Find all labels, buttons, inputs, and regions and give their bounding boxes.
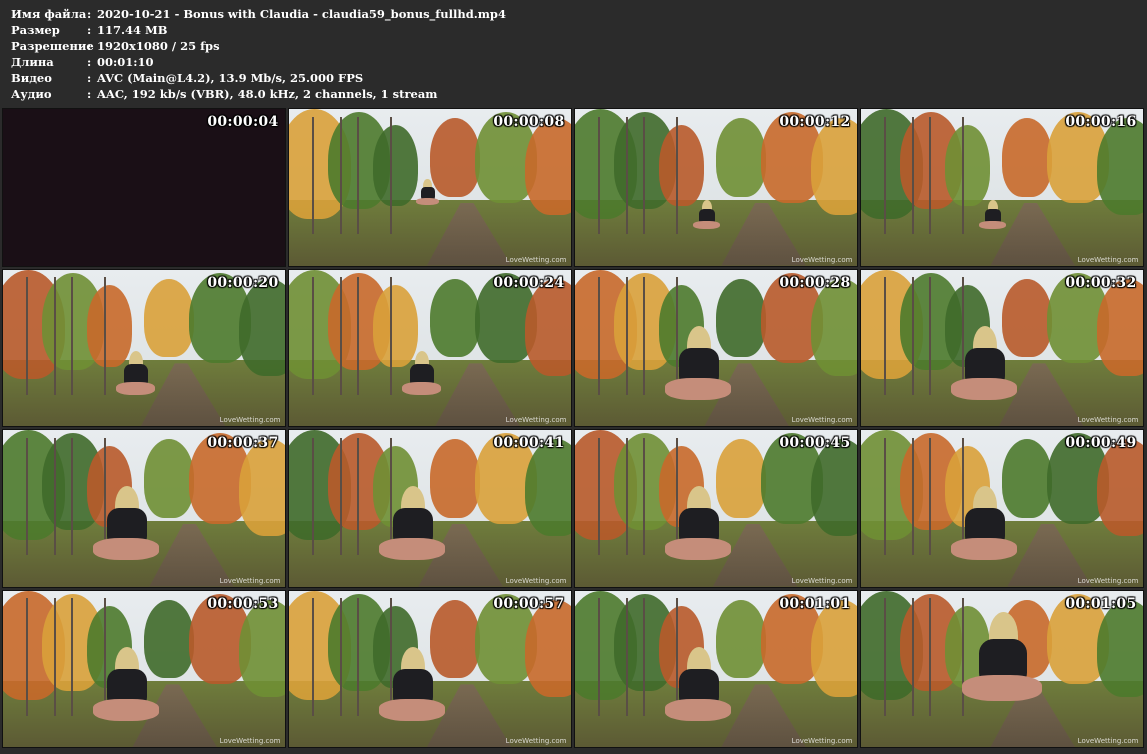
video-frame-image [860,269,1143,426]
video-frame-image [2,430,285,587]
info-value: AVC (Main@L4.2), 13.9 Mb/s, 25.000 FPS [97,71,364,85]
timestamp-label: 00:00:04 [207,114,279,130]
watermark-text: LoveWetting.com [505,576,567,585]
watermark-text: LoveWetting.com [219,576,281,585]
video-thumbnail: 00:00:57 LoveWetting.com [288,589,572,748]
video-thumbnail: 00:00:12 LoveWetting.com [574,108,858,267]
info-key: Разрешение [11,39,94,53]
video-frame-image [574,109,857,266]
timestamp-label: 00:00:32 [1065,274,1137,291]
timestamp-label: 00:00:08 [493,114,565,130]
info-row: Размер:117.44 MB [11,22,1147,38]
timestamp-label: 00:00:12 [779,114,851,130]
watermark-text: LoveWetting.com [219,737,281,745]
info-row: Имя файла:2020-10-21 - Bonus with Claudi… [11,6,1147,22]
timestamp-label: 00:00:45 [779,435,851,451]
video-thumbnail: 00:00:16 LoveWetting.com [860,108,1144,267]
video-thumbnail: 00:00:28 LoveWetting.com [574,268,858,427]
info-separator: : [87,55,92,69]
info-key: Длина [11,55,54,69]
info-separator: : [87,39,92,53]
video-frame-image [574,590,857,747]
info-value: 2020-10-21 - Bonus with Claudia - claudi… [97,7,506,21]
video-thumbnail: 00:00:53 LoveWetting.com [2,589,286,748]
info-row: Аудио: AAC, 192 kb/s (VBR), 48.0 kHz, 2 c… [11,86,1147,102]
info-value: 00:01:10 [97,55,154,69]
info-value: 117.44 MB [97,23,168,37]
info-key: Размер [11,23,60,37]
watermark-text: LoveWetting.com [219,416,281,424]
info-row: Длина:00:01:10 [11,54,1147,70]
video-frame-image [3,109,285,266]
video-thumbnail: 00:00:24 LoveWetting.com [288,268,572,427]
video-thumbnail: 00:00:04 [2,108,286,267]
video-thumbnail: 00:00:37 LoveWetting.com [2,429,286,588]
timestamp-label: 00:01:05 [1065,595,1137,612]
info-key: Видео [11,71,52,85]
video-frame-image [2,269,285,426]
video-thumbnail: 00:00:49 LoveWetting.com [860,429,1144,588]
video-frame-image [288,430,571,587]
info-key: Имя файла [11,7,87,21]
thumbnail-grid: 00:00:04 00:00:08 LoveWetting.com 00:00:12 L… [2,108,1144,748]
video-thumbnail: 00:00:41 LoveWetting.com [288,429,572,588]
info-key: Аудио [11,87,52,101]
video-frame-image [2,590,285,747]
info-separator: : [87,71,92,85]
info-value: AAC, 192 kb/s (VBR), 48.0 kHz, 2 channel… [97,87,438,101]
file-info-panel: Имя файла:2020-10-21 - Bonus with Claudi… [0,0,1147,106]
timestamp-label: 00:01:01 [779,595,851,612]
watermark-text: LoveWetting.com [1077,576,1139,585]
timestamp-label: 00:00:57 [493,595,565,612]
watermark-text: LoveWetting.com [791,255,853,264]
video-frame-image [288,269,571,426]
video-thumbnail: 00:01:05 LoveWetting.com [860,589,1144,748]
timestamp-label: 00:00:41 [493,435,565,451]
video-thumbnail: 00:00:08 LoveWetting.com [288,108,572,267]
video-thumbnail: 00:00:32 LoveWetting.com [860,268,1144,427]
video-frame-image [860,590,1143,747]
video-frame-image [574,269,857,426]
timestamp-label: 00:00:49 [1065,435,1137,451]
video-thumbnail: 00:00:20 LoveWetting.com [2,268,286,427]
timestamp-label: 00:00:20 [207,274,279,291]
video-frame-image [574,430,857,587]
timestamp-label: 00:00:53 [207,595,279,612]
info-separator: : [87,23,92,37]
video-frame-image [288,590,571,747]
info-value: 1920x1080 / 25 fps [97,39,220,53]
watermark-text: LoveWetting.com [505,737,567,745]
watermark-text: LoveWetting.com [505,255,567,264]
watermark-text: LoveWetting.com [791,576,853,585]
info-row: Видео: AVC (Main@L4.2), 13.9 Mb/s, 25.000… [11,70,1147,86]
watermark-text: LoveWetting.com [1077,737,1139,745]
video-thumbnail: 00:00:45 LoveWetting.com [574,429,858,588]
timestamp-label: 00:00:28 [779,274,851,291]
watermark-text: LoveWetting.com [1077,255,1139,264]
timestamp-label: 00:00:16 [1065,114,1137,130]
video-frame-image [860,109,1143,266]
video-frame-image [860,430,1143,587]
video-frame-image [288,109,571,266]
watermark-text: LoveWetting.com [1077,416,1139,424]
info-separator: : [87,87,92,101]
info-separator: : [87,7,92,21]
video-thumbnail: 00:01:01 LoveWetting.com [574,589,858,748]
timestamp-label: 00:00:24 [493,274,565,291]
info-row: Разрешение:1920x1080 / 25 fps [11,38,1147,54]
watermark-text: LoveWetting.com [505,416,567,424]
watermark-text: LoveWetting.com [791,737,853,745]
timestamp-label: 00:00:37 [207,435,279,451]
watermark-text: LoveWetting.com [791,416,853,424]
